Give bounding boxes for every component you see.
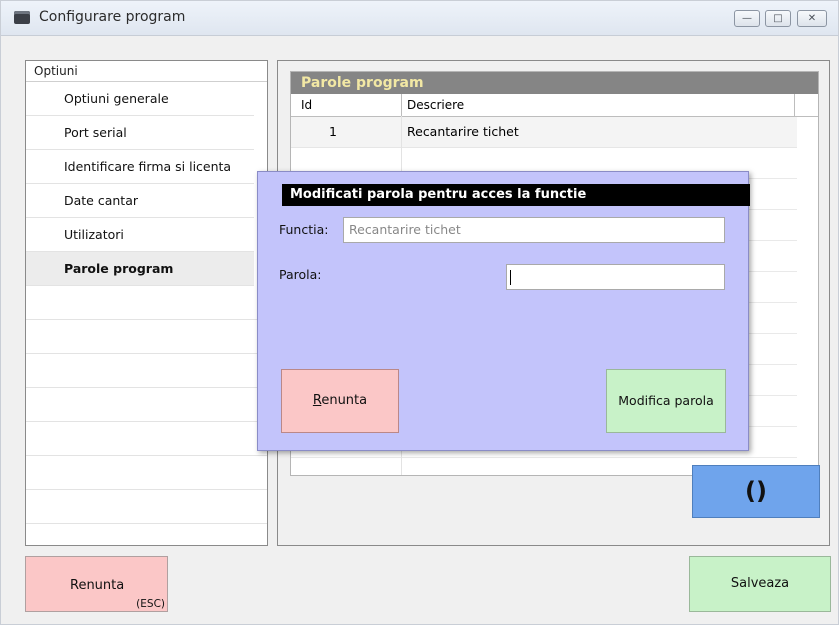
grid-title: Parole program	[291, 72, 818, 94]
options-list: Optiuni Optiuni generale Port serial Ide…	[25, 60, 268, 546]
list-item	[26, 422, 267, 456]
sidebar-item-utilizatori[interactable]: Utilizatori	[26, 218, 254, 252]
list-item	[26, 388, 267, 422]
dialog-renunta-label: enunta	[321, 393, 368, 408]
renunta-label: Renunta	[70, 578, 125, 593]
cell-descriere: Recantarire tichet	[407, 124, 519, 139]
cell-id: 1	[329, 124, 337, 139]
list-item	[26, 320, 267, 354]
list-item	[26, 490, 267, 524]
column-header-descriere[interactable]: Descriere	[407, 94, 464, 116]
grid-header-row: Id Descriere	[291, 94, 818, 117]
parentheses-button[interactable]: ()	[692, 465, 820, 518]
sidebar-item-identificare-firma[interactable]: Identificare firma si licenta	[26, 150, 254, 184]
sidebar-item-parole-program[interactable]: Parole program	[26, 252, 254, 286]
table-row[interactable]: 1 Recantarire tichet	[291, 117, 797, 148]
list-item	[26, 456, 267, 490]
parola-label: Parola:	[279, 267, 322, 282]
modifica-parola-button[interactable]: Modifica parola	[606, 369, 726, 433]
parola-input[interactable]	[506, 264, 725, 290]
esc-shortcut-hint: (ESC)	[136, 598, 165, 610]
sidebar-item-date-cantar[interactable]: Date cantar	[26, 184, 254, 218]
dialog-title: Modificati parola pentru acces la functi…	[282, 184, 750, 206]
functia-label: Functia:	[279, 222, 329, 237]
minimize-button[interactable]: —	[734, 10, 760, 27]
list-item	[26, 286, 267, 320]
salveaza-button[interactable]: Salveaza	[689, 556, 831, 612]
options-list-header: Optiuni	[26, 61, 267, 82]
close-button[interactable]: ✕	[797, 10, 827, 27]
column-separator	[794, 94, 795, 116]
column-header-id[interactable]: Id	[301, 94, 312, 116]
window-title: Configurare program	[39, 9, 186, 25]
change-password-dialog: Modificati parola pentru acces la functi…	[257, 171, 750, 451]
sidebar-item-optiuni-generale[interactable]: Optiuni generale	[26, 82, 254, 116]
title-bar: Configurare program — □ ✕	[1, 1, 838, 36]
sidebar-item-port-serial[interactable]: Port serial	[26, 116, 254, 150]
renunta-button[interactable]: Renunta (ESC)	[25, 556, 168, 612]
dialog-renunta-button[interactable]: Renunta	[281, 369, 399, 433]
app-icon	[14, 11, 30, 24]
text-caret	[510, 270, 511, 285]
maximize-button[interactable]: □	[765, 10, 791, 27]
list-item	[26, 354, 267, 388]
configurare-program-window: Configurare program — □ ✕ Optiuni Optiun…	[0, 0, 839, 625]
column-separator	[401, 94, 402, 116]
functia-field: Recantarire tichet	[343, 217, 725, 243]
